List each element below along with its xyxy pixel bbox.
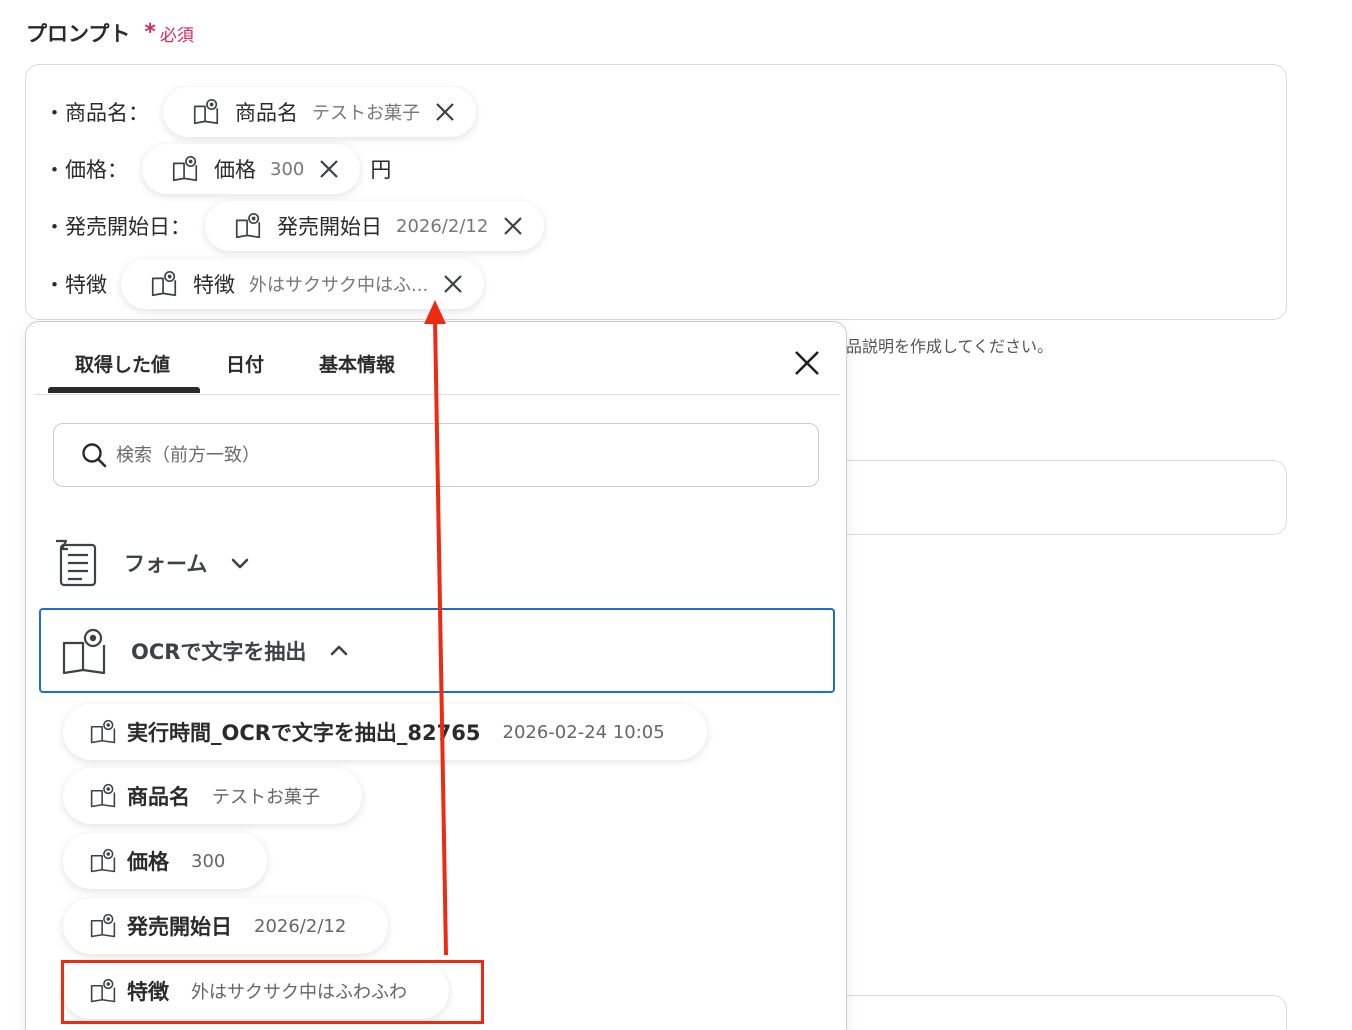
chip-value: テストお菓子 — [312, 103, 420, 124]
variable-chip-release-date[interactable]: 発売開始日 2026/2/12 — [205, 201, 545, 251]
line-suffix: 円 — [370, 158, 392, 182]
prompt-line-price: ・価格： 価格 300 円 — [44, 144, 391, 194]
line-label: ・特徴 — [44, 273, 107, 297]
close-icon[interactable] — [502, 215, 524, 237]
variable-item-execution-time[interactable]: 実行時間_OCRで文字を抽出_82765 2026-02-24 10:05 — [63, 704, 707, 760]
variable-chip-price[interactable]: 価格 300 — [142, 144, 361, 194]
prompt-line-feature: ・特徴 特徴 外はサクサク中はふ... — [44, 259, 485, 309]
prompt-field-header: プロンプト * 必須 — [26, 18, 194, 48]
required-asterisk: * — [144, 20, 156, 45]
item-value: テストお菓子 — [212, 787, 320, 808]
chip-name: 価格 — [214, 158, 256, 182]
variable-chip-product-name[interactable]: 商品名 テストお菓子 — [163, 87, 476, 137]
search-icon — [82, 443, 107, 468]
variable-item-release-date[interactable]: 発売開始日 2026/2/12 — [63, 898, 389, 954]
required-text: 必須 — [159, 25, 194, 46]
active-tab-indicator — [48, 387, 200, 393]
item-name: 特徴 — [127, 980, 169, 1004]
background-input-field[interactable] — [846, 995, 1287, 1030]
picker-tabs: 取得した値 日付 基本情報 — [34, 322, 840, 395]
search-input[interactable] — [116, 444, 716, 466]
variable-picker-popup: 取得した値 日付 基本情報 フォーム OCRで文字を抽出 実行時間_OCRで文字… — [25, 321, 847, 1030]
close-icon[interactable] — [434, 101, 456, 123]
item-value: 外はサクサク中はふわふわ — [191, 982, 407, 1003]
variable-item-price[interactable]: 価格 300 — [63, 833, 268, 889]
ocr-book-icon — [191, 97, 221, 127]
ocr-book-icon — [170, 154, 200, 184]
line-label: ・価格： — [44, 158, 128, 182]
group-name: OCRで文字を抽出 — [131, 639, 307, 664]
group-name: フォーム — [124, 552, 208, 576]
item-value: 2026-02-24 10:05 — [502, 721, 665, 743]
item-value: 2026/2/12 — [254, 915, 347, 937]
help-text: 品説明を作成してください。 — [846, 337, 1054, 356]
ocr-book-icon — [62, 628, 106, 674]
form-icon — [56, 539, 97, 587]
ocr-book-icon — [89, 718, 117, 746]
prompt-line-release-date: ・発売開始日： 発売開始日 2026/2/12 — [44, 201, 545, 251]
prompt-textarea[interactable]: ・商品名： 商品名 テストお菓子 ・価格： 価格 300 円 ・発売開始日： 発… — [25, 64, 1287, 320]
tab-basic-info[interactable]: 基本情報 — [319, 350, 395, 377]
page: プロンプト * 必須 ・商品名： 商品名 テストお菓子 ・価格： 価格 300 … — [0, 0, 1352, 1030]
ocr-book-icon — [89, 782, 117, 810]
line-label: ・商品名： — [44, 101, 149, 125]
ocr-book-icon — [149, 269, 179, 299]
group-form[interactable]: フォーム — [54, 537, 251, 589]
chip-value: 2026/2/12 — [396, 215, 489, 237]
item-name: 価格 — [127, 850, 169, 874]
chip-name: 発売開始日 — [277, 215, 382, 239]
chip-value: 外はサクサク中はふ... — [249, 275, 429, 296]
close-icon[interactable] — [792, 348, 822, 378]
chip-name: 商品名 — [235, 101, 298, 125]
line-label: ・発売開始日： — [44, 215, 191, 239]
background-input-field[interactable] — [846, 460, 1287, 535]
tab-acquired-values[interactable]: 取得した値 — [75, 350, 170, 377]
search-box — [53, 423, 819, 487]
chevron-up-icon — [331, 645, 348, 655]
ocr-book-icon — [89, 977, 117, 1005]
tab-date[interactable]: 日付 — [226, 350, 264, 377]
chevron-down-icon — [232, 558, 249, 569]
item-name: 発売開始日 — [127, 915, 232, 939]
chip-name: 特徴 — [193, 273, 235, 297]
group-ocr[interactable]: OCRで文字を抽出 — [39, 608, 835, 693]
item-name: 実行時間_OCRで文字を抽出_82765 — [127, 721, 481, 745]
close-icon[interactable] — [318, 158, 340, 180]
variable-chip-feature[interactable]: 特徴 外はサクサク中はふ... — [121, 259, 485, 309]
ocr-book-icon — [233, 211, 263, 241]
ocr-book-icon — [89, 847, 117, 875]
required-indicator: * 必須 — [144, 21, 194, 46]
prompt-line-product-name: ・商品名： 商品名 テストお菓子 — [44, 87, 476, 137]
prompt-label: プロンプト — [26, 22, 131, 46]
item-value: 300 — [191, 850, 226, 872]
close-icon[interactable] — [442, 273, 464, 295]
ocr-book-icon — [89, 912, 117, 940]
variable-item-feature[interactable]: 特徴 外はサクサク中はふわふわ — [63, 963, 449, 1019]
variable-item-product-name[interactable]: 商品名 テストお菓子 — [63, 768, 362, 824]
chip-value: 300 — [270, 158, 305, 180]
item-name: 商品名 — [127, 785, 190, 809]
